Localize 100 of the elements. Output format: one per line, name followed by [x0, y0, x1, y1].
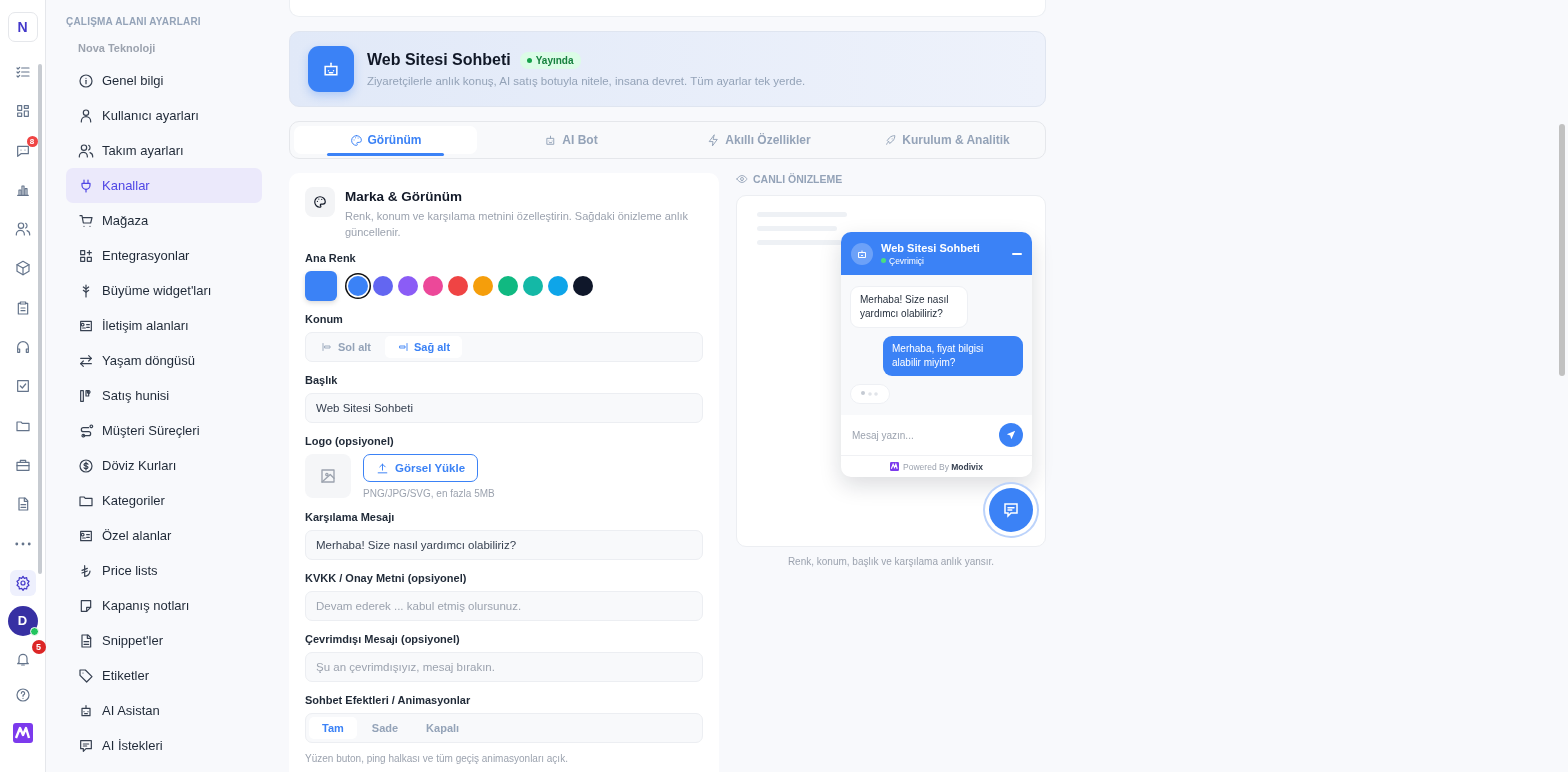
chat-title: Web Sitesi Sohbeti: [881, 241, 981, 254]
color-swatch[interactable]: [448, 276, 468, 296]
color-swatch[interactable]: [573, 276, 593, 296]
sidebar-item[interactable]: Kategoriler: [66, 483, 262, 518]
robot-icon: [308, 46, 354, 92]
users-icon: [14, 221, 31, 238]
minimize-icon[interactable]: [1012, 252, 1022, 255]
field-label: Konum: [305, 313, 344, 325]
hint-text: PNG/JPG/SVG, en fazla 5MB: [363, 488, 495, 499]
sidebar-item[interactable]: Büyüme widget'ları: [66, 273, 262, 308]
card-title: Marka & Görünüm: [345, 189, 464, 204]
image-icon: [319, 467, 337, 485]
field-label: Çevrimdışı Mesajı (opsiyonel): [305, 633, 461, 645]
badge: 5: [31, 639, 46, 654]
sidebar-item[interactable]: Kullanıcı ayarları: [66, 98, 262, 133]
consent-field[interactable]: Devam ederek ... kabul etmiş olursunuz.: [305, 591, 703, 621]
field-label: Sohbet Efektleri / Animasyonlar: [305, 694, 472, 706]
chat-status: Çevrimiçi: [881, 255, 1004, 266]
color-swatch[interactable]: [498, 276, 518, 296]
users-icon: [78, 142, 94, 159]
logo-icon[interactable]: [12, 722, 33, 743]
palette-icon: [305, 187, 335, 217]
sidebar-item[interactable]: Yaşam döngüsü: [66, 343, 262, 378]
page-description: Ziyaretçilerle anlık konuş, AI satış botuyla nitele, insana devret. Tüm ayarlar tek yerde.: [367, 75, 806, 87]
sidebar-item[interactable]: Kapanış notları: [66, 588, 262, 623]
color-swatch[interactable]: [398, 276, 418, 296]
field-label: Başlık: [305, 374, 339, 386]
field-label: KVKK / Onay Metni (opsiyonel): [305, 572, 468, 584]
sidebar-item[interactable]: AI İstekleri: [66, 728, 262, 763]
color-preview: [305, 271, 337, 301]
route-icon: [78, 422, 94, 439]
message-field[interactable]: Mesaj yazın...: [850, 428, 993, 442]
robot-icon: [78, 702, 94, 719]
color-swatch[interactable]: [548, 276, 568, 296]
field-label: Karşılama Mesajı: [305, 511, 396, 523]
tag-icon: [78, 667, 94, 684]
sidebar-item[interactable]: Price lists: [66, 553, 262, 588]
settings-icon: [14, 574, 31, 591]
segment-option[interactable]: Tam: [309, 717, 357, 739]
field-label: Logo (opsiyonel): [305, 435, 395, 447]
sidebar-item[interactable]: Takım ayarları: [66, 133, 262, 168]
swap-icon: [78, 352, 94, 369]
rocket-icon: [884, 133, 898, 147]
rail-button[interactable]: 8: [9, 137, 36, 164]
sidebar-item[interactable]: Kanallar: [66, 168, 262, 203]
card-description: Renk, konum ve karşılama metnini özelleştirin. Sağdaki önizleme anlık güncellenir.: [345, 209, 689, 240]
sidebar-item[interactable]: Mağaza: [66, 203, 262, 238]
sidebar-item[interactable]: Döviz Kurları: [66, 448, 262, 483]
scrollbar[interactable]: [38, 64, 42, 574]
badge: 8: [26, 135, 38, 147]
align-left-icon: [321, 341, 333, 353]
tab[interactable]: Görünüm: [294, 126, 477, 154]
sidebar-item[interactable]: Etiketler: [66, 658, 262, 693]
sidebar-item[interactable]: Entegrasyonlar: [66, 238, 262, 273]
title-field[interactable]: Web Sitesi Sohbeti: [305, 393, 703, 423]
cube-icon: [14, 260, 31, 277]
dollar-icon: [78, 457, 94, 474]
info-icon: [78, 72, 94, 89]
help-icon: [14, 686, 31, 703]
note-icon: [78, 597, 94, 614]
align-right-icon: [397, 341, 409, 353]
more-icon: [14, 541, 31, 546]
sidebar-item[interactable]: İletişim alanları: [66, 308, 262, 343]
preview-caption: Renk, konum, başlık ve karşılama anlık yansır.: [786, 556, 996, 567]
upload-button[interactable]: Görsel Yükle: [363, 454, 479, 482]
document-icon: [78, 632, 94, 649]
color-swatch[interactable]: [473, 276, 493, 296]
checkbox-icon: [14, 378, 31, 395]
segment-option[interactable]: Sağ alt: [385, 336, 463, 358]
field-label: Ana Renk: [305, 252, 357, 264]
offline-field[interactable]: Şu an çevrimdışıyız, mesaj bırakın.: [305, 652, 703, 682]
chat-bubble: Merhaba! Size nasıl yardımcı olabiliriz?: [850, 286, 968, 328]
sidebar-item[interactable]: AI Asistan: [66, 693, 262, 728]
color-swatch[interactable]: [523, 276, 543, 296]
message-icon: [1002, 501, 1020, 519]
widgets-icon: [78, 247, 94, 264]
sidebar-item[interactable]: Müşteri Süreçleri: [66, 413, 262, 448]
send-icon: [1006, 430, 1016, 440]
message-icon: [78, 737, 94, 754]
rail-button[interactable]: [9, 569, 36, 596]
color-swatch[interactable]: [423, 276, 443, 296]
sidebar-item[interactable]: Genel bilgi: [66, 63, 262, 98]
page-title: Web Sitesi Sohbeti: [367, 51, 511, 69]
workspace-logo[interactable]: N: [7, 12, 38, 42]
columns-icon: [78, 387, 94, 404]
scrollbar[interactable]: [1559, 124, 1565, 376]
sidebar-item[interactable]: Satış hunisi: [66, 378, 262, 413]
status-badge: Yayında: [519, 51, 581, 69]
user-icon: [78, 107, 94, 124]
color-swatch[interactable]: [373, 276, 393, 296]
send-button[interactable]: [999, 423, 1023, 447]
welcome-field[interactable]: Merhaba! Size nasıl yardımcı olabiliriz?: [305, 530, 703, 560]
avatar[interactable]: D: [7, 605, 38, 636]
color-swatch[interactable]: [348, 276, 368, 296]
chat-bubble: Merhaba, fiyat bilgisi alabilir miyim?: [883, 336, 1023, 376]
sidebar-item[interactable]: Snippet'ler: [66, 623, 262, 658]
section-title: ÇALIŞMA ALANI AYARLARI: [66, 16, 202, 27]
sidebar-item[interactable]: Özel alanlar: [66, 518, 262, 553]
bolt-icon: [707, 133, 721, 147]
checklist-icon: [14, 64, 31, 80]
